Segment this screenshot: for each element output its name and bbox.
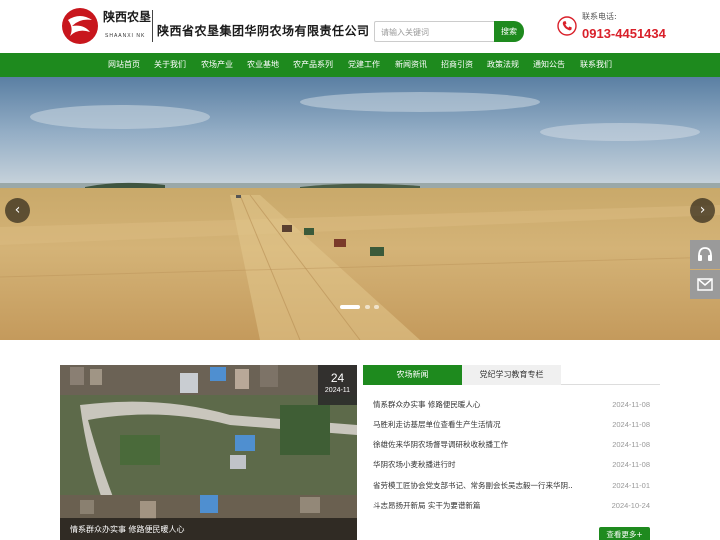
date-year-month: 2024-11 — [324, 387, 351, 394]
nav-base[interactable]: 农业基地 — [247, 53, 279, 77]
site-header: 陕西农垦 SHAANXI NK 陕西省农垦集团华阴农场有限责任公司 请输入关键词… — [0, 0, 720, 52]
news-item[interactable]: 情系群众办实事 修路便民暖人心 2024-11-08 — [363, 395, 660, 415]
featured-news-image[interactable] — [60, 365, 357, 540]
phone-icon — [557, 16, 577, 36]
main-nav: 网站首页 关于我们 农场产业 农业基地 农产品系列 党建工作 新闻资讯 招商引资… — [0, 53, 720, 77]
news-date: 2024-11-08 — [612, 400, 650, 409]
news-item[interactable]: 华阴农场小麦秋播进行时 2024-11-08 — [363, 455, 660, 475]
nav-news[interactable]: 新闻资讯 — [395, 53, 427, 77]
nav-policy[interactable]: 政策法规 — [487, 53, 519, 77]
nav-products[interactable]: 农产品系列 — [293, 53, 333, 77]
news-date: 2024-10-24 — [611, 501, 650, 510]
message-button[interactable] — [690, 270, 720, 299]
nav-contact[interactable]: 联系我们 — [580, 53, 612, 77]
news-date: 2024-11-01 — [612, 481, 650, 490]
brand-en: SHAANXI NK — [105, 33, 146, 39]
news-item[interactable]: 斗志昂扬开新局 实干为要谱新篇 2024-10-24 — [363, 496, 660, 516]
search-input[interactable]: 请输入关键词 — [374, 21, 495, 42]
brand-name: 陕西农垦 — [103, 10, 152, 24]
nav-home[interactable]: 网站首页 — [108, 53, 140, 77]
date-badge: 24 2024-11 — [318, 365, 357, 405]
news-title[interactable]: 徐雄佐来华阴农场督导调研秋收秋播工作 — [373, 435, 573, 455]
news-date: 2024-11-08 — [612, 420, 650, 429]
news-date: 2024-11-08 — [612, 460, 650, 469]
aerial-village-image — [60, 365, 357, 540]
news-tabs: 农场新闻 党纪学习教育专栏 — [363, 365, 660, 385]
mail-icon — [697, 278, 713, 291]
nav-notice[interactable]: 通知公告 — [533, 53, 565, 77]
search-button[interactable]: 搜索 — [494, 21, 524, 42]
news-title[interactable]: 情系群众办实事 修路便民暖人心 — [373, 395, 573, 415]
customer-service-button[interactable] — [690, 240, 720, 269]
banner-dot-active[interactable] — [340, 305, 360, 309]
banner-prev-button[interactable]: ‹ — [5, 198, 30, 223]
brand-divider — [152, 10, 153, 42]
view-more-button[interactable]: 查看更多+ — [599, 527, 650, 540]
banner-dot[interactable] — [374, 305, 379, 309]
phone-number: 0913-4451434 — [582, 26, 666, 41]
nav-industry[interactable]: 农场产业 — [201, 53, 233, 77]
news-title[interactable]: 省劳模工匠协会党支部书记、常务副会长吴志毅一行来华阴... — [373, 476, 573, 496]
news-date: 2024-11-08 — [612, 440, 650, 449]
nav-about[interactable]: 关于我们 — [154, 53, 186, 77]
banner-dot[interactable] — [365, 305, 370, 309]
news-title[interactable]: 斗志昂扬开新局 实干为要谱新篇 — [373, 496, 573, 516]
banner-next-button[interactable]: › — [690, 198, 715, 223]
news-item[interactable]: 省劳模工匠协会党支部书记、常务副会长吴志毅一行来华阴... 2024-11-01 — [363, 476, 660, 496]
news-item[interactable]: 徐雄佐来华阴农场督导调研秋收秋播工作 2024-11-08 — [363, 435, 660, 455]
phone-label: 联系电话: — [582, 12, 617, 21]
company-name: 陕西省农垦集团华阴农场有限责任公司 — [157, 24, 370, 38]
news-item[interactable]: 马胜利走访基层单位查看生产生活情况 2024-11-08 — [363, 415, 660, 435]
logo-icon[interactable] — [60, 6, 100, 46]
hero-banner[interactable]: ‹ › — [0, 77, 720, 340]
date-day: 24 — [330, 371, 345, 385]
banner-image — [0, 77, 720, 340]
headset-icon — [698, 247, 712, 261]
featured-caption[interactable]: 情系群众办实事 修路便民暖人心 — [60, 518, 357, 540]
tab-party-education[interactable]: 党纪学习教育专栏 — [462, 365, 561, 385]
news-title[interactable]: 马胜利走访基层单位查看生产生活情况 — [373, 415, 573, 435]
nav-investment[interactable]: 招商引资 — [441, 53, 473, 77]
tab-farm-news[interactable]: 农场新闻 — [363, 365, 462, 385]
news-title[interactable]: 华阴农场小麦秋播进行时 — [373, 455, 573, 475]
nav-party[interactable]: 党建工作 — [348, 53, 380, 77]
